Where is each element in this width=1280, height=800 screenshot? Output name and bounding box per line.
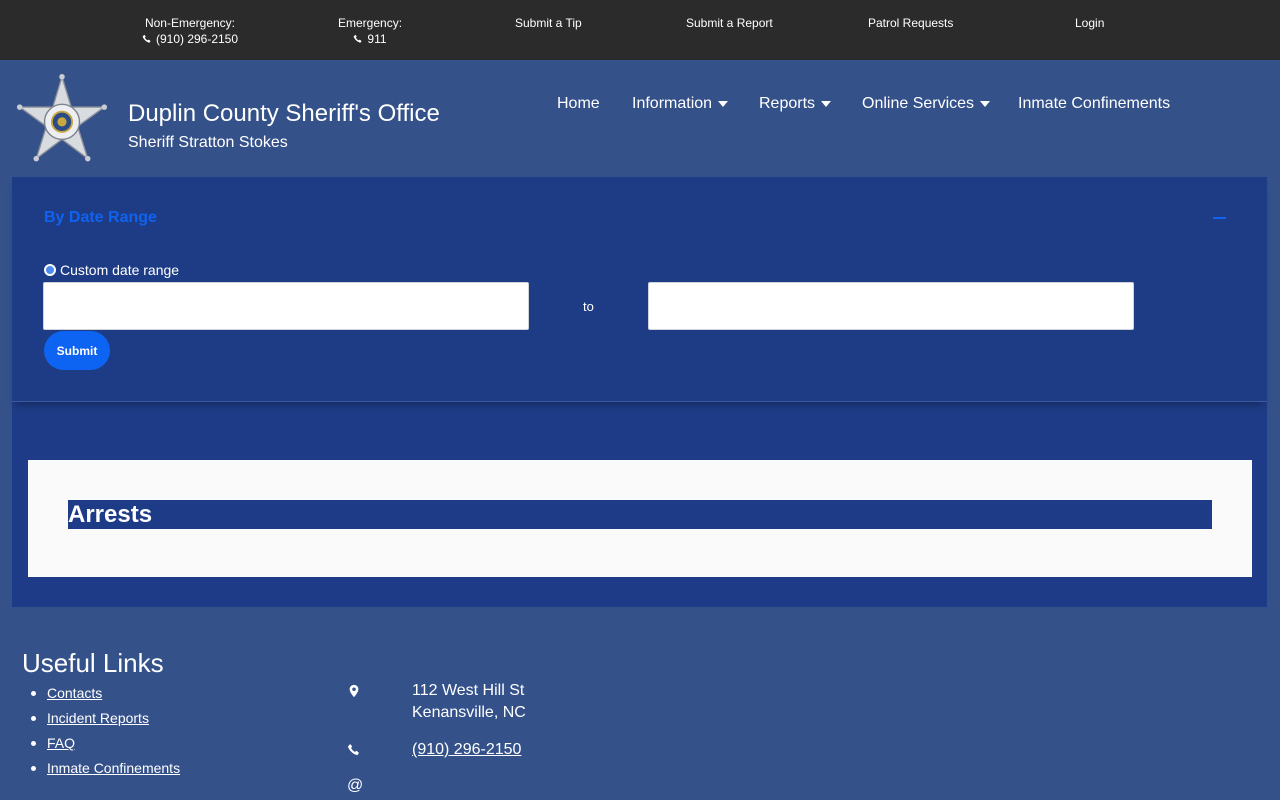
nav-information-label: Information <box>632 95 713 112</box>
footer-link-incident-reports[interactable]: Incident Reports <box>47 710 149 726</box>
caret-down-icon <box>821 101 832 107</box>
main-content: By Date Range Custom date range to Submi… <box>12 177 1267 607</box>
date-range-panel: By Date Range Custom date range to Submi… <box>12 177 1267 402</box>
list-item: Contacts <box>30 685 180 710</box>
footer-link-contacts[interactable]: Contacts <box>47 685 102 701</box>
at-icon: @ <box>347 777 364 794</box>
address-line1: 112 West Hill St <box>412 682 525 699</box>
custom-date-range-label: Custom date range <box>60 262 180 278</box>
footer-link-inmate-confinements[interactable]: Inmate Confinements <box>47 760 180 776</box>
phone-icon <box>347 744 359 756</box>
map-pin-icon <box>349 684 359 698</box>
end-date-input[interactable] <box>648 282 1134 330</box>
phone-icon <box>354 34 362 43</box>
site-footer: Useful Links Contacts Incident Reports F… <box>0 607 1280 800</box>
caret-down-icon <box>718 101 729 107</box>
footer-phone: (910) 296-2150 <box>412 739 521 761</box>
footer-phone-link[interactable]: (910) 296-2150 <box>412 741 521 758</box>
nav-inmate-confinements[interactable]: Inmate Confinements <box>1018 95 1170 113</box>
emergency-phone-number: 911 <box>367 32 387 46</box>
nav-online-services-label: Online Services <box>862 95 975 112</box>
phone-icon <box>142 34 151 43</box>
non-emergency-phone-number: (910) 296-2150 <box>155 32 239 46</box>
start-date-input[interactable] <box>43 282 529 330</box>
login-link[interactable]: Login <box>1075 15 1104 31</box>
panel-title[interactable]: By Date Range <box>44 209 157 227</box>
nav-online-services[interactable]: Online Services <box>862 95 991 113</box>
submit-report-link[interactable]: Submit a Report <box>686 15 773 31</box>
emergency-label: Emergency: <box>338 16 403 30</box>
nav-reports[interactable]: Reports <box>759 95 832 113</box>
submit-button[interactable]: Submit <box>44 331 110 370</box>
non-emergency-contact: Non-Emergency: (910) 296-2150 <box>139 15 241 48</box>
list-item: FAQ <box>30 735 180 760</box>
nav-inmate-confinements-label: Inmate Confinements <box>1018 95 1171 112</box>
emergency-phone[interactable]: 911 <box>353 31 387 47</box>
minus-icon[interactable] <box>1213 217 1226 219</box>
caret-down-icon <box>980 101 991 107</box>
submit-tip-link[interactable]: Submit a Tip <box>515 15 582 31</box>
useful-links-list: Contacts Incident Reports FAQ Inmate Con… <box>30 685 180 785</box>
site-title[interactable]: Duplin County Sheriff's Office <box>128 100 440 128</box>
emergency-contact: Emergency: 911 <box>338 15 402 48</box>
address: 112 West Hill St Kenansville, NC <box>412 680 526 724</box>
custom-date-range-option[interactable]: Custom date range <box>44 262 179 278</box>
custom-date-range-radio[interactable] <box>44 264 56 276</box>
results-card: Arrests <box>28 460 1252 577</box>
address-line2: Kenansville, NC <box>412 704 526 721</box>
nav-reports-label: Reports <box>759 95 816 112</box>
nav-information[interactable]: Information <box>632 95 729 113</box>
to-label: to <box>583 299 594 314</box>
site-header: Duplin County Sheriff's Office Sheriff S… <box>0 60 1280 177</box>
footer-link-faq[interactable]: FAQ <box>47 735 75 751</box>
non-emergency-label: Non-Emergency: <box>144 16 236 30</box>
patrol-requests-link[interactable]: Patrol Requests <box>868 15 953 31</box>
nav-home[interactable]: Home <box>557 95 600 113</box>
non-emergency-phone[interactable]: (910) 296-2150 <box>142 31 238 47</box>
sheriff-star-badge[interactable] <box>14 74 110 166</box>
top-bar: Non-Emergency: (910) 296-2150 Emergency:… <box>0 0 1280 60</box>
footer-heading: Useful Links <box>22 648 164 678</box>
nav-home-label: Home <box>557 95 600 112</box>
list-item: Inmate Confinements <box>30 760 180 785</box>
list-item: Incident Reports <box>30 710 180 735</box>
site-subtitle: Sheriff Stratton Stokes <box>128 134 288 151</box>
results-title: Arrests <box>68 500 1212 529</box>
